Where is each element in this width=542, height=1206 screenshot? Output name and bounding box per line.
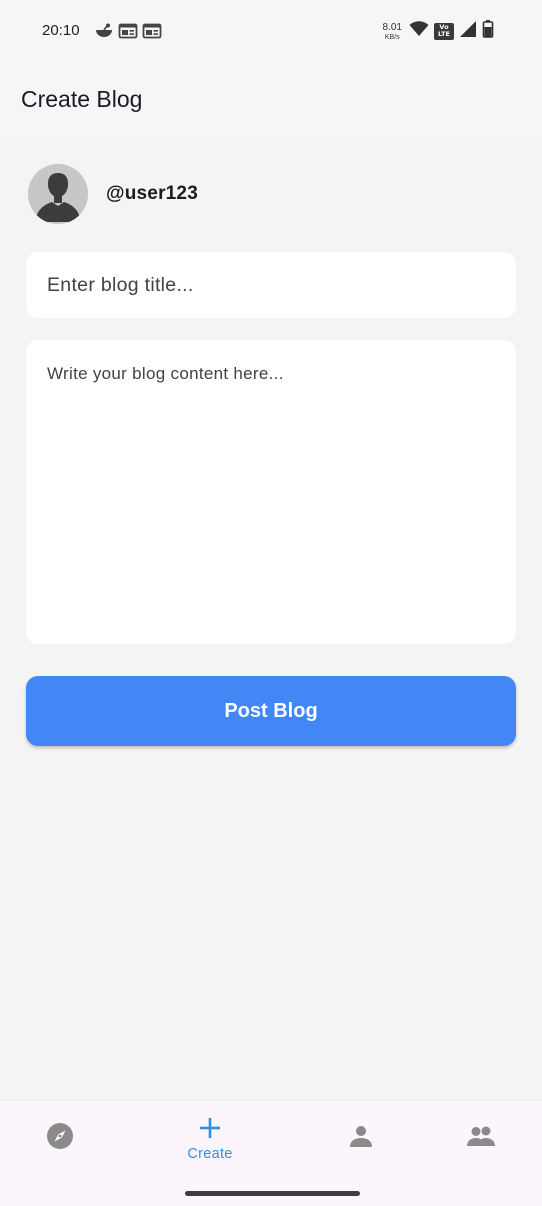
network-speed-unit: KB/s	[384, 33, 400, 41]
status-system-icons: 8.01 KB/s Vo LTE	[383, 19, 494, 44]
nav-item-explore[interactable]	[30, 1101, 90, 1181]
plus-icon	[199, 1117, 221, 1144]
battery-icon	[482, 19, 494, 44]
network-speed-value: 8.01	[382, 21, 402, 33]
home-indicator[interactable]	[185, 1191, 360, 1196]
person-icon	[349, 1124, 373, 1153]
author-row: @user123	[28, 164, 198, 224]
nav-item-create-label: Create	[187, 1146, 233, 1162]
username: @user123	[106, 183, 198, 204]
wifi-icon	[409, 20, 429, 43]
volte-label-bottom: LTE	[438, 30, 450, 38]
network-speed: 8.01 KB/s	[382, 21, 402, 41]
app-bar: Create Blog	[0, 62, 542, 136]
page-title: Create Blog	[21, 86, 143, 112]
status-time: 20:10	[42, 22, 80, 39]
volte-icon: Vo LTE	[434, 23, 454, 40]
people-icon	[466, 1125, 496, 1152]
news-icon	[118, 21, 138, 46]
news-icon	[142, 21, 162, 46]
status-notification-icons	[94, 21, 162, 46]
nav-item-community[interactable]	[451, 1101, 511, 1181]
blog-content-input[interactable]	[26, 340, 516, 644]
blog-title-input[interactable]	[26, 252, 516, 318]
nav-item-create[interactable]: Create	[170, 1101, 250, 1181]
avatar	[28, 164, 88, 224]
bottom-navigation: Create	[0, 1100, 542, 1206]
nav-item-profile[interactable]	[331, 1101, 391, 1181]
post-blog-button[interactable]: Post Blog	[26, 676, 516, 746]
signal-icon	[459, 20, 477, 43]
compass-icon	[46, 1122, 74, 1155]
app-notification-icon	[94, 21, 114, 46]
default-avatar-icon	[28, 164, 88, 224]
status-bar: 20:10 8.01 KB/s Vo LTE	[0, 0, 542, 62]
